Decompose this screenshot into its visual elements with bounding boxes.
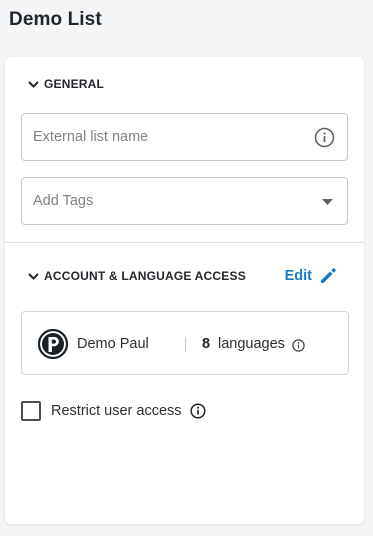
- info-icon[interactable]: [292, 339, 305, 352]
- info-icon[interactable]: [189, 403, 206, 419]
- info-icon[interactable]: [314, 127, 335, 148]
- chevron-down-icon: [28, 80, 39, 88]
- external-list-name-field: [21, 113, 348, 161]
- access-section-label: ACCOUNT & LANGUAGE ACCESS: [44, 269, 246, 283]
- restrict-user-access-label[interactable]: Restrict user access: [51, 403, 182, 419]
- chevron-down-icon: [28, 272, 39, 280]
- account-logo-icon: [38, 329, 68, 359]
- language-count: 8: [202, 336, 211, 352]
- page-title: Demo List: [9, 9, 102, 30]
- caret-down-icon[interactable]: [322, 199, 333, 205]
- section-divider: [5, 242, 364, 243]
- external-list-name-input[interactable]: [33, 114, 303, 160]
- access-section-toggle[interactable]: ACCOUNT & LANGUAGE ACCESS: [27, 269, 246, 283]
- pencil-icon: [321, 268, 336, 283]
- account-language-card: Demo Paul 8 languages: [21, 311, 349, 375]
- general-section-label: GENERAL: [44, 77, 105, 91]
- edit-access-button[interactable]: Edit: [285, 266, 338, 285]
- general-section-toggle[interactable]: GENERAL: [27, 77, 104, 91]
- account-name: Demo Paul: [77, 336, 149, 352]
- tags-select[interactable]: [21, 177, 348, 225]
- restrict-user-access-row: Restrict user access: [21, 401, 206, 421]
- account-separator: [185, 337, 186, 352]
- restrict-user-access-checkbox[interactable]: [21, 401, 41, 421]
- list-settings-panel: GENERAL ACCOUNT & LANGUAGE ACCESS Edit: [5, 57, 364, 524]
- tags-input[interactable]: [33, 178, 303, 224]
- edit-label: Edit: [284, 267, 312, 284]
- language-label: languages: [218, 336, 285, 352]
